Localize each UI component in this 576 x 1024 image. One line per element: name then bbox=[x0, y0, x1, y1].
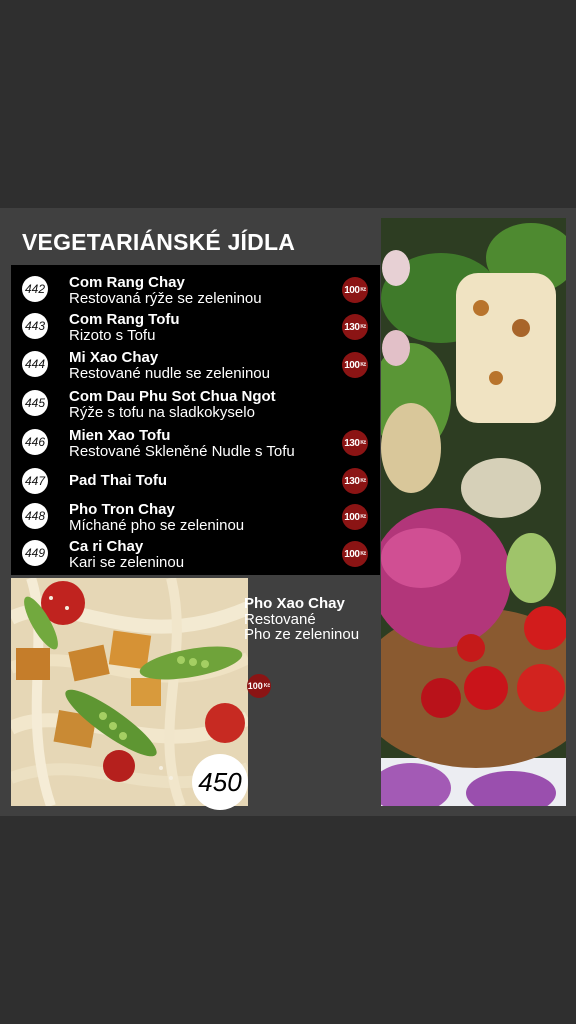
price-badge: 100 Kč bbox=[342, 277, 368, 303]
item-name: Ca ri Chay bbox=[69, 538, 144, 555]
salad-photo bbox=[381, 218, 566, 806]
item-number: 448 bbox=[22, 503, 48, 529]
item-description: Restované nudle se zeleninou bbox=[69, 365, 270, 382]
item-name: Com Rang Tofu bbox=[69, 311, 180, 328]
item-number: 445 bbox=[22, 390, 48, 416]
item-number: 447 bbox=[22, 468, 48, 494]
item-description: Kari se zeleninou bbox=[69, 554, 185, 571]
item-name: Com Dau Phu Sot Chua Ngot bbox=[69, 388, 276, 405]
menu-item-446: 446 Mien Xao Tofu Restované Skleněné Nud… bbox=[11, 427, 380, 466]
item-description: Restované Skleněné Nudle s Tofu bbox=[69, 443, 295, 460]
menu-item-447: 447 Pad Thai Tofu 130 Kč bbox=[11, 468, 380, 506]
item-description: Rýže s tofu na sladkokyselo bbox=[69, 404, 255, 421]
menu-title: VEGETARIÁNSKÉ JÍDLA bbox=[22, 229, 296, 255]
price-badge: 100 Kč bbox=[342, 541, 368, 567]
featured-item-number: 450 bbox=[192, 754, 248, 810]
item-name: Mien Xao Tofu bbox=[69, 427, 171, 444]
price-badge: 130 Kč bbox=[342, 468, 368, 494]
menu-item-443: 443 Com Rang Tofu Rizoto s Tofu 130 Kč bbox=[11, 311, 380, 350]
price-badge: 100 Kč bbox=[342, 504, 368, 530]
menu-list: 442 Com Rang Chay Restovaná rýže se zele… bbox=[11, 265, 380, 575]
item-name: Pho Tron Chay bbox=[69, 501, 175, 518]
menu-item-448: 448 Pho Tron Chay Míchané pho se zelenin… bbox=[11, 501, 380, 540]
item-number: 449 bbox=[22, 540, 48, 566]
featured-item-name: Pho Xao Chay bbox=[244, 595, 345, 612]
menu-item-442: 442 Com Rang Chay Restovaná rýže se zele… bbox=[11, 274, 380, 313]
featured-item-description-line-2: Pho ze zeleninou bbox=[244, 626, 360, 643]
item-number: 444 bbox=[22, 351, 48, 377]
menu-item-445: 445 Com Dau Phu Sot Chua Ngot Rýže s tof… bbox=[11, 388, 380, 427]
item-description: Míchané pho se zeleninou bbox=[69, 517, 245, 534]
menu-item-449: 449 Ca ri Chay Kari se zeleninou 100 Kč bbox=[11, 538, 380, 577]
item-name: Mi Xao Chay bbox=[69, 349, 159, 366]
item-number: 442 bbox=[22, 276, 48, 302]
featured-price-badge: 100 Kč bbox=[247, 674, 271, 698]
price-badge: 130 Kč bbox=[342, 314, 368, 340]
item-number: 446 bbox=[22, 429, 48, 455]
item-description: Restovaná rýže se zeleninou bbox=[69, 290, 262, 307]
menu-item-444: 444 Mi Xao Chay Restované nudle se zelen… bbox=[11, 349, 380, 388]
price-badge: 130 Kč bbox=[342, 430, 368, 456]
item-name: Com Rang Chay bbox=[69, 274, 185, 291]
item-number: 443 bbox=[22, 313, 48, 339]
price-badge: 100 Kč bbox=[342, 352, 368, 378]
item-description: Rizoto s Tofu bbox=[69, 327, 156, 344]
item-name: Pad Thai Tofu bbox=[69, 472, 168, 489]
